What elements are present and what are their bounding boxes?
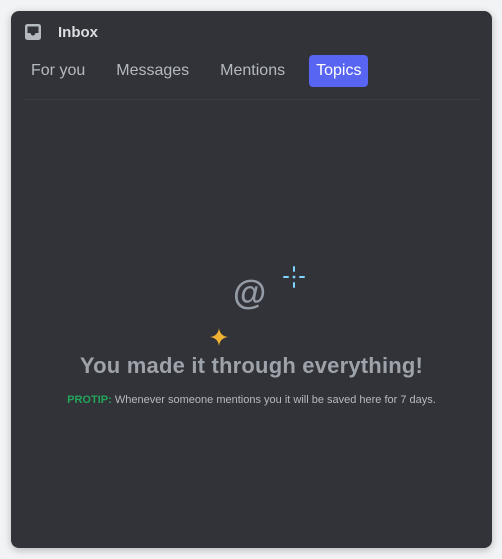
- tab-messages[interactable]: Messages: [109, 55, 196, 87]
- empty-state-illustration: @: [196, 251, 306, 346]
- protip-text: PROTIP: Whenever someone mentions you it…: [11, 394, 492, 406]
- inbox-panel: Inbox For you Messages Mentions Topics @…: [11, 11, 492, 548]
- inbox-tabs: For you Messages Mentions Topics: [24, 55, 369, 87]
- tab-topics[interactable]: Topics: [309, 55, 369, 87]
- inbox-header: Inbox: [24, 22, 98, 42]
- sparkle-blue-icon: [283, 266, 305, 288]
- protip-message: Whenever someone mentions you it will be…: [111, 394, 436, 406]
- inbox-title: Inbox: [58, 23, 98, 41]
- header-divider: [24, 99, 479, 100]
- inbox-icon: [25, 24, 41, 40]
- protip-label: PROTIP:: [67, 394, 112, 406]
- empty-state-title: You made it through everything!: [79, 353, 424, 378]
- tab-for-you[interactable]: For you: [24, 55, 92, 87]
- sparkle-yellow-icon: [210, 328, 228, 346]
- tab-mentions[interactable]: Mentions: [213, 55, 292, 87]
- at-sign-icon: @: [233, 274, 267, 312]
